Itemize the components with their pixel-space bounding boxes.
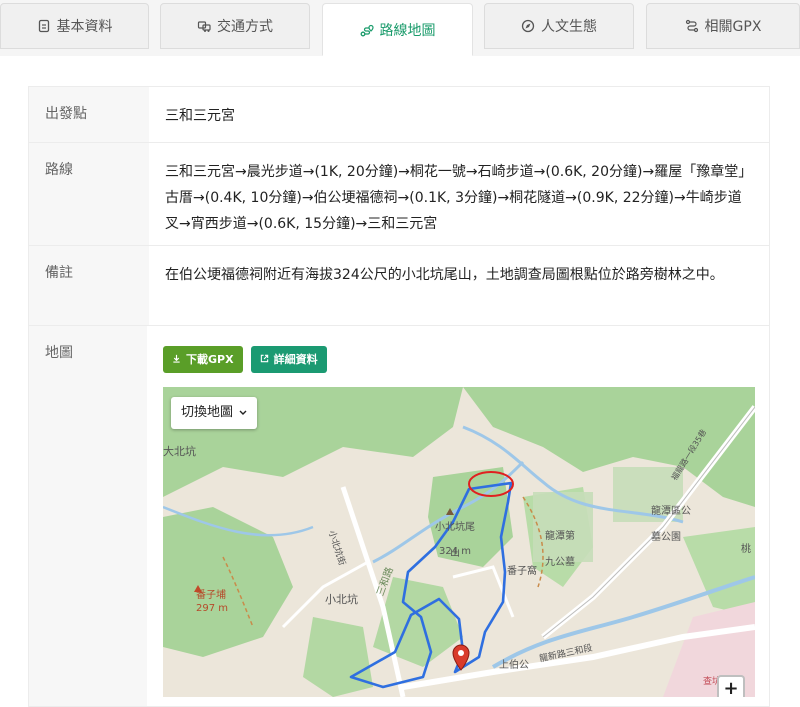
path-icon [685,19,699,33]
tab-label: 路線地圖 [379,22,436,39]
external-link-icon [260,347,269,373]
start-value: 三和三元宮 [165,108,235,124]
start-row: 出發點 三和三元宮 [29,87,769,143]
tab-label: 交通方式 [217,19,273,35]
tab-culture-ecology[interactable]: 人文生態 [484,3,634,49]
download-gpx-button[interactable]: 下載GPX [163,346,243,373]
route-row: 路線 三和三元宮→晨光步道→(1K, 20分鐘)→桐花一號→石崎步道→(0.6K… [29,143,769,246]
details-table: 出發點 三和三元宮 路線 三和三元宮→晨光步道→(1K, 20分鐘)→桐花一號→… [28,86,770,707]
route-icon [360,23,374,37]
map-label-tong: 桃 [741,544,751,555]
map-layer-switch[interactable]: 切換地圖 [171,397,258,429]
car-icon [197,19,211,33]
note-label: 備註 [29,246,149,325]
map-row: 地圖 下載GPX 詳細資料 大北坑 小北坑街 小北坑尾山 324 m 龍潭區公墓… [29,326,769,706]
route-map[interactable]: 大北坑 小北坑街 小北坑尾山 324 m 龍潭區公墓公園 龍潭第九公墓 三和路 … [163,387,755,697]
tab-route-map[interactable]: 路線地圖 [322,3,473,56]
note-row: 備註 在伯公埂福德祠附近有海拔324公尺的小北坑尾山，土地調查局圖根點位於路旁樹… [29,246,769,326]
zoom-in-button[interactable]: + [717,675,745,697]
compass-icon [521,19,535,33]
map-label-dabeikeng: 大北坑 [163,445,196,458]
map-label-peak-elev: 324 m [439,546,472,557]
tab-bar: 基本資料 交通方式 路線地圖 人文生態 相關GPX [0,0,800,56]
tab-label: 相關GPX [704,19,762,35]
tab-label: 基本資料 [56,19,113,35]
download-gpx-label: 下載GPX [186,352,234,366]
map-label: 地圖 [29,326,147,706]
tab-label: 人文生態 [541,19,597,35]
document-icon [37,19,51,33]
tab-content: 出發點 三和三元宮 路線 三和三元宮→晨光步道→(1K, 20分鐘)→桐花一號→… [0,56,800,707]
map-label-lane: 番子窩 [507,566,537,577]
map-label-cemetery: 龍潭區公墓公園 [651,506,691,543]
tab-basic-info[interactable]: 基本資料 [0,3,149,49]
map-switch-label: 切換地圖 [181,405,234,420]
map-label-fanzipu-elev: 297 m [196,603,229,614]
map-label-xiaobeikeng: 小北坑 [325,593,358,606]
chevron-down-icon [239,400,247,426]
route-label: 路線 [29,143,149,245]
map-actions: 下載GPX 詳細資料 [163,346,755,373]
details-button[interactable]: 詳細資料 [250,346,327,373]
details-label: 詳細資料 [273,352,318,366]
tab-related-gpx[interactable]: 相關GPX [646,3,800,49]
download-icon [172,347,181,373]
map-label-cemetery-9: 龍潭第九公墓 [545,531,575,568]
route-value: 三和三元宮→晨光步道→(1K, 20分鐘)→桐花一號→石崎步道→(0.6K, 2… [165,164,753,232]
map-label-shangbogong: 上伯公 [499,660,529,671]
note-value: 在伯公埂福德祠附近有海拔324公尺的小北坑尾山，土地調查局圖根點位於路旁樹林之中… [165,267,724,283]
start-label: 出發點 [29,87,149,142]
tab-transport[interactable]: 交通方式 [160,3,310,49]
map-cell: 下載GPX 詳細資料 大北坑 小北坑街 小北坑尾山 324 m 龍潭區公墓公園 … [147,326,769,706]
